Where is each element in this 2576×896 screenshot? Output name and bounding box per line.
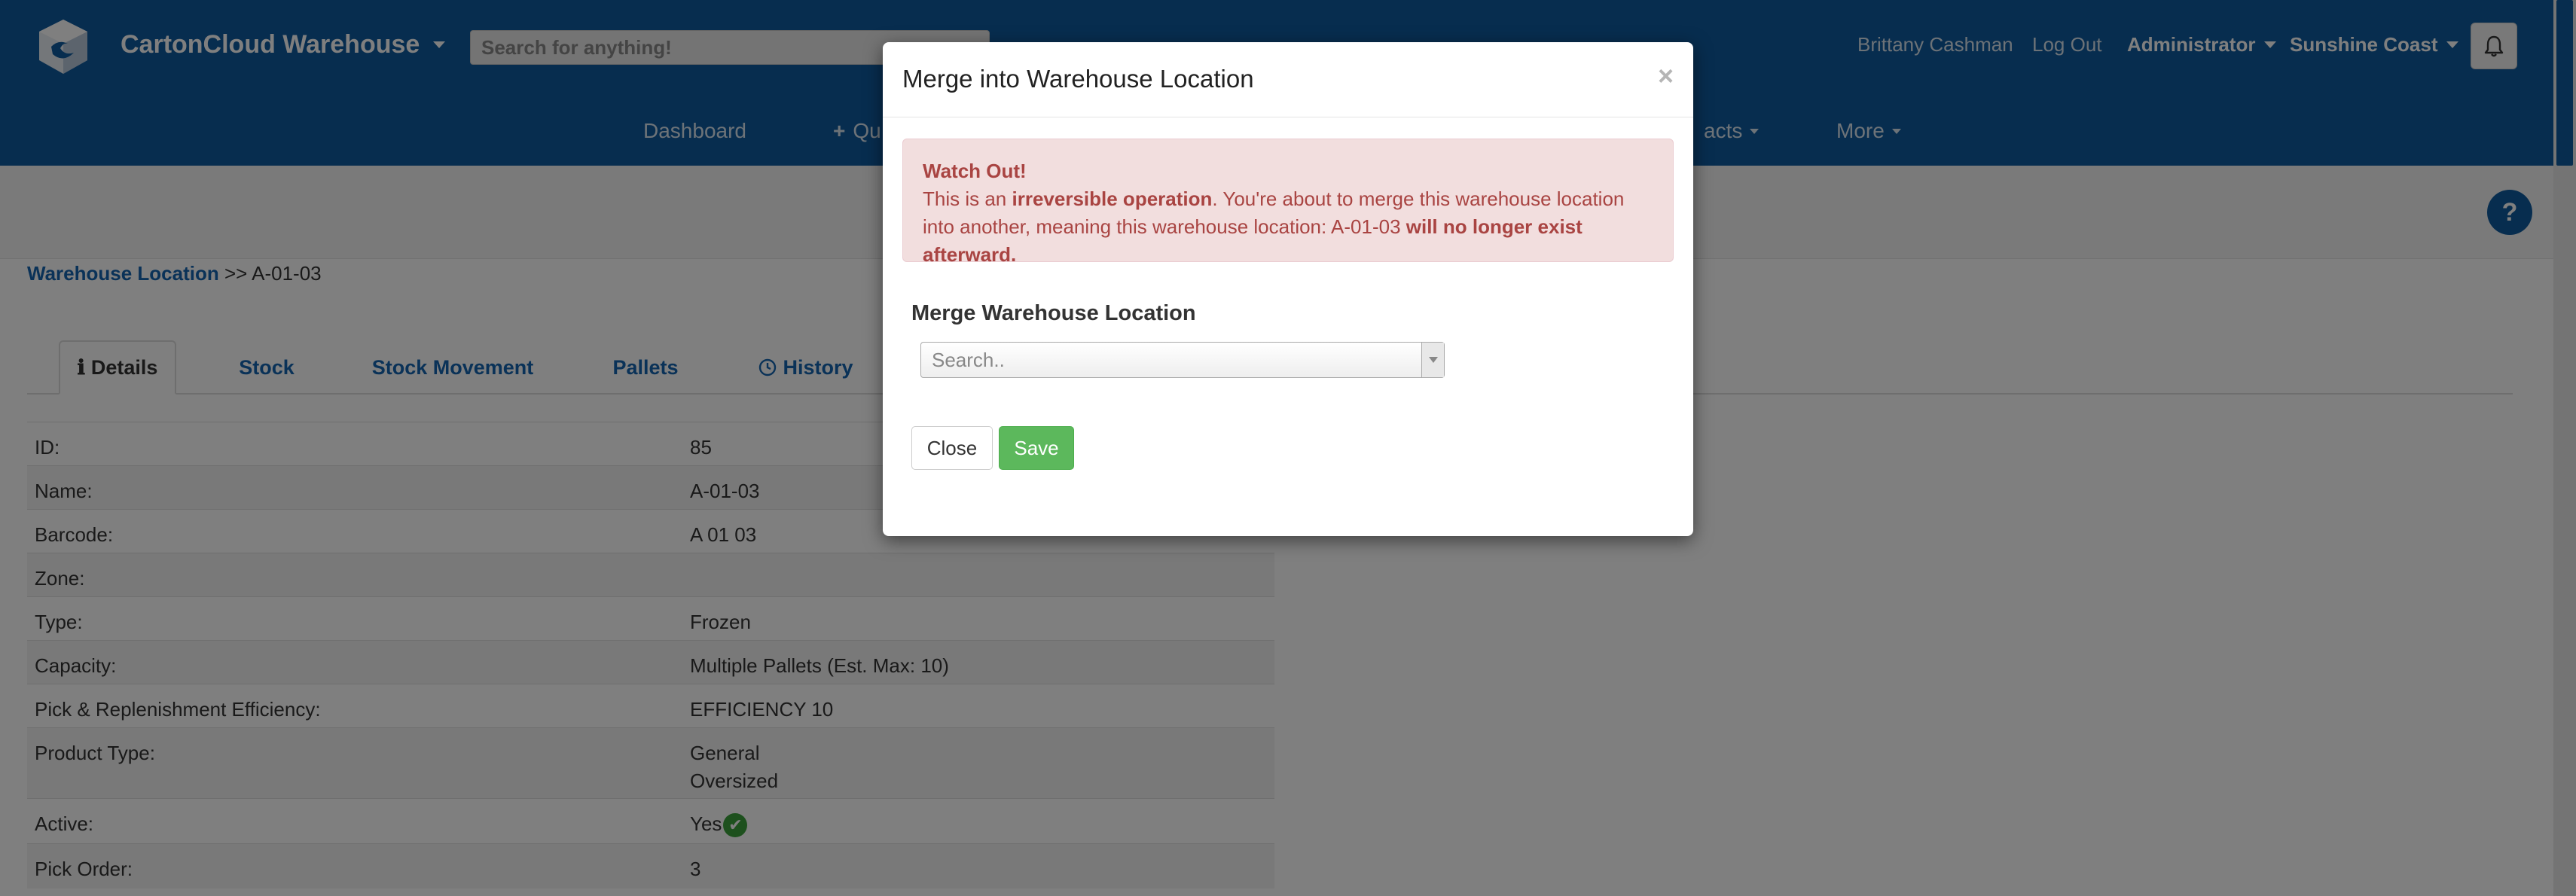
alert-message: This is an irreversible operation. You'r… <box>923 185 1653 269</box>
warning-alert: Watch Out! This is an irreversible opera… <box>902 139 1674 266</box>
modal-title: Merge into Warehouse Location <box>902 65 1254 93</box>
merge-location-select[interactable]: Search.. <box>920 342 1445 378</box>
merge-location-label: Merge Warehouse Location <box>911 301 1196 325</box>
alert-heading: Watch Out! <box>923 160 1027 182</box>
select-placeholder: Search.. <box>932 348 1005 371</box>
alert-text: This is an <box>923 187 1012 210</box>
modal-header: Merge into Warehouse Location × <box>883 42 1693 117</box>
alert-emphasis: irreversible operation <box>1012 187 1213 210</box>
close-button[interactable]: Close <box>911 426 993 470</box>
save-button[interactable]: Save <box>999 426 1074 470</box>
merge-location-modal: Merge into Warehouse Location × Watch Ou… <box>883 42 1693 536</box>
close-icon[interactable]: × <box>1658 60 1674 92</box>
chevron-down-icon[interactable] <box>1421 343 1444 377</box>
